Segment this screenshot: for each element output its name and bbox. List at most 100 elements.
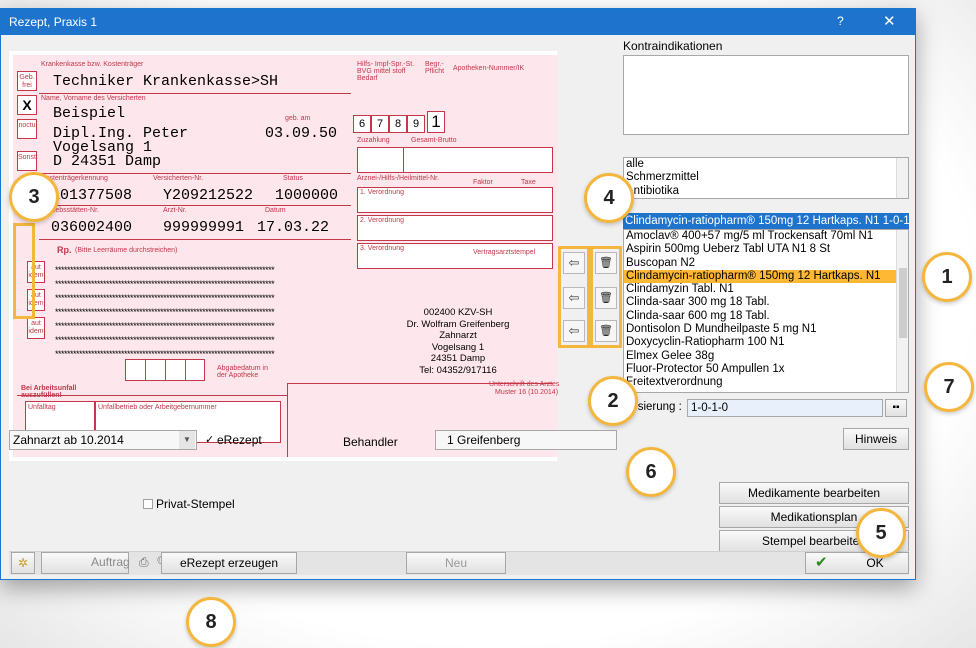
erezept-erzeugen-button[interactable]: eRezept erzeugen [161, 552, 297, 574]
stempel-line-2: Dr. Wolfram Greifenberg [406, 318, 510, 330]
privat-stempel-label: Privat-Stempel [156, 497, 235, 511]
drug-item[interactable]: Elmex Gelee 38g [624, 350, 908, 363]
drug-item[interactable]: Clinda-saar 300 mg 18 Tabl. [624, 296, 908, 309]
erezept-checkbox[interactable]: ✓ [205, 433, 214, 446]
chevron-down-icon: ▼ [183, 435, 191, 444]
checkmark-icon: ✔ [815, 554, 828, 571]
betrieb-value: 036002400 [51, 219, 133, 236]
prescription-form-area: Geb. frei X noctu Sonst. Krankenkasse bz… [9, 51, 559, 461]
drug-item[interactable]: Freitextverordnung [624, 376, 908, 389]
drug-item[interactable]: Buscopan N2 [624, 257, 908, 270]
callout-7: 7 [924, 362, 974, 412]
muster-select[interactable]: Zahnarzt ab 10.2014 [9, 430, 197, 450]
drug-item[interactable]: Clindamyzin Tabl. N1 [624, 283, 908, 296]
rp-hint: (Bitte Leerräume durchstreichen) [75, 247, 178, 254]
transfer-to-line-1-button[interactable]: ⇦ [563, 252, 585, 274]
callout-6: 6 [626, 447, 676, 497]
help-button[interactable]: ? [837, 14, 844, 28]
category-item[interactable]: Antibiotika [624, 185, 908, 198]
arzt-value: 999999991 [163, 219, 245, 236]
name-line-4: D 24351 Damp [53, 153, 162, 170]
auftrag-label: Auftrag [91, 555, 130, 569]
datum-value: 17.03.22 [257, 219, 330, 236]
aut-idem-highlight [13, 223, 35, 319]
privat-stempel-checkbox[interactable] [143, 499, 153, 509]
close-button[interactable]: ✕ [883, 12, 896, 30]
digit-8[interactable]: 8 [389, 115, 407, 133]
verordnung-1-label: 1. Verordnung [360, 189, 404, 196]
aut-idem-3[interactable]: aut idem [27, 317, 45, 339]
unfalltag-label: Unfalltag [28, 404, 56, 411]
category-item[interactable]: alle [624, 158, 908, 171]
status-value: 1000000 [275, 187, 339, 204]
taxe-label: Taxe [521, 179, 536, 186]
drug-item[interactable]: Aspirin 500mg Ueberz Tabl UTA N1 8 St [624, 243, 908, 256]
rezept-line-3: ****************************************… [55, 293, 275, 303]
category-list[interactable]: alle Schmerzmittel Antibiotika [623, 157, 909, 199]
delete-line-2-button[interactable]: 🗑 [595, 287, 617, 309]
hinweis-button[interactable]: Hinweis [843, 428, 909, 450]
drug-list[interactable]: Amoclav® 400+57 mg/5 ml Trockensaft 70ml… [623, 229, 909, 393]
hilfsmittel-label: Hilfs- Impf-Spr.-St. BVG mittel stoff Be… [357, 61, 415, 82]
geb-value: 03.09.50 [265, 125, 338, 142]
arrow-left-icon: ⇦ [568, 255, 580, 270]
muster-dropdown-arrow[interactable]: ▼ [179, 431, 195, 449]
drug-item-selected[interactable]: Clindamycin-ratiopharm® 150mg 12 Hartkap… [624, 269, 908, 284]
gebuehr-pflicht-box[interactable]: X [17, 95, 37, 115]
muster-select-value: Zahnarzt ab 10.2014 [13, 433, 124, 447]
transfer-to-line-3-button[interactable]: ⇦ [563, 320, 585, 342]
delete-line-1-button[interactable]: 🗑 [595, 252, 617, 274]
list-picker-icon: ▪▪ [892, 402, 900, 413]
drug-item[interactable]: Fluor-Protector 50 Ampullen 1x [624, 363, 908, 376]
drug-item[interactable]: Doxycyclin-Ratiopharm 100 N1 [624, 336, 908, 349]
digit-7[interactable]: 7 [371, 115, 389, 133]
datum-label: Datum [265, 207, 286, 214]
abgabedatum-label: Abgabedatum in der Apotheke [217, 365, 268, 379]
dosierung-picker-button[interactable]: ▪▪ [885, 399, 907, 417]
rezept-line-1: ****************************************… [55, 265, 275, 275]
arrow-left-icon: ⇦ [568, 290, 580, 305]
gebuehr-frei-box[interactable]: Geb. frei [17, 71, 37, 91]
scroll-thumb[interactable] [899, 268, 907, 338]
stempel-line-1: 002400 KZV-SH [423, 307, 493, 318]
sonstige-box[interactable]: Sonst. [17, 151, 38, 171]
rezept-line-4: ****************************************… [55, 307, 275, 317]
category-item[interactable]: Schmerzmittel [624, 171, 908, 184]
zuzahlung-label: Zuzahlung [357, 137, 390, 144]
callout-3: 3 [9, 172, 59, 222]
category-scrollbar[interactable] [896, 158, 908, 198]
drug-item[interactable]: Dontisolon D Mundheilpaste 5 mg N1 [624, 323, 908, 336]
status-label: Status [283, 175, 303, 182]
medikamente-bearbeiten-button[interactable]: Medikamente bearbeiten [719, 482, 909, 504]
drug-item[interactable]: Clinda-saar 600 mg 18 Tabl. [624, 310, 908, 323]
unfallbetrieb-label: Unfallbetrieb oder Arbeitgebernummer [98, 404, 217, 411]
behandler-select[interactable]: 1 Greifenberg [435, 430, 617, 450]
versicherten-value: Y209212522 [163, 187, 254, 204]
transfer-to-line-2-button[interactable]: ⇦ [563, 287, 585, 309]
callout-1: 1 [922, 252, 972, 302]
rezept-dialog: Rezept, Praxis 1 ? ✕ Geb. frei X noctu S… [0, 8, 916, 580]
dosierung-field[interactable]: 1-0-1-0 [687, 399, 883, 417]
drug-list-scrollbar[interactable] [896, 230, 908, 392]
noctu-box[interactable]: noctu [17, 119, 37, 139]
delete-line-3-button[interactable]: 🗑 [595, 320, 617, 342]
trash-icon: 🗑 [599, 257, 613, 269]
neu-button[interactable]: Neu [406, 552, 506, 574]
kasse-label: Krankenkasse bzw. Kostenträger [41, 61, 144, 68]
apotheken-label: Apotheken-Nummer/IK [453, 65, 525, 72]
rezept-line-7: ****************************************… [55, 349, 275, 359]
digit-6[interactable]: 6 [353, 115, 371, 133]
print-icon[interactable]: ⎙ [139, 555, 149, 570]
rezept-line-6: ****************************************… [55, 335, 275, 345]
arzt-label: Arzt-Nr. [163, 207, 187, 214]
digit-9[interactable]: 9 [407, 115, 425, 133]
versicherten-label: Versicherten-Nr. [153, 175, 204, 182]
begr-pflicht-value[interactable]: 1 [427, 111, 445, 133]
callout-2: 2 [588, 376, 638, 426]
kontraindikationen-field[interactable] [623, 55, 909, 135]
selected-drug-bar[interactable]: Clindamycin-ratiopharm® 150mg 12 Hartkap… [623, 213, 909, 229]
settings-button[interactable]: ✲ [11, 552, 35, 574]
drug-item[interactable]: Amoclav® 400+57 mg/5 ml Trockensaft 70ml… [624, 230, 908, 243]
name-line-1: Beispiel [53, 105, 126, 122]
gesamt-brutto-label: Gesamt-Brutto [411, 137, 457, 144]
